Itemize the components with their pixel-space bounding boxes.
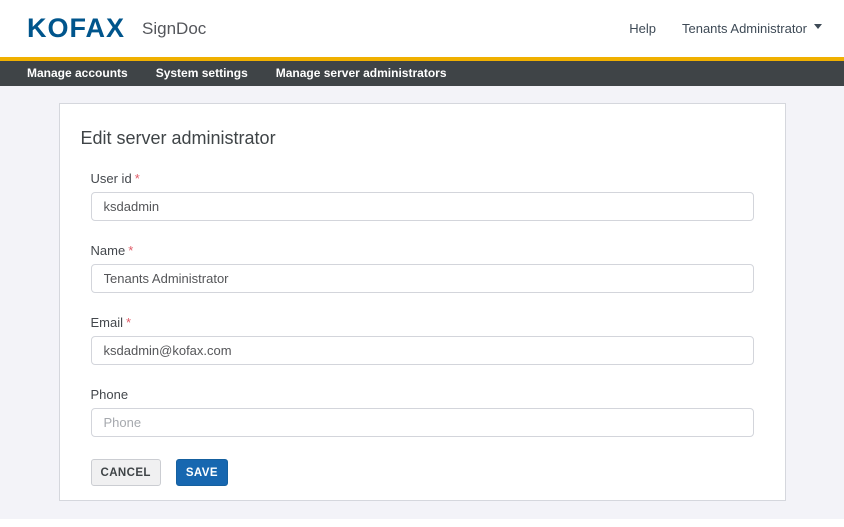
required-asterisk: *: [126, 315, 131, 330]
main-nav: Manage accounts System settings Manage s…: [0, 61, 844, 86]
name-label-text: Name: [91, 243, 126, 258]
help-link[interactable]: Help: [629, 21, 656, 36]
app-header: KOFAX SignDoc Help Tenants Administrator: [0, 0, 844, 57]
header-actions: Help Tenants Administrator: [629, 21, 822, 36]
required-asterisk: *: [135, 171, 140, 186]
field-user-id: User id*: [91, 171, 754, 221]
user-id-label-text: User id: [91, 171, 132, 186]
nav-item-system-settings[interactable]: System settings: [142, 61, 262, 86]
app-window: KOFAX SignDoc Help Tenants Administrator…: [0, 0, 844, 519]
email-input[interactable]: [91, 336, 754, 365]
field-name: Name*: [91, 243, 754, 293]
chevron-down-icon: [814, 24, 822, 29]
name-label: Name*: [91, 243, 754, 258]
field-email: Email*: [91, 315, 754, 365]
edit-admin-card: Edit server administrator User id* Name*: [59, 103, 786, 501]
field-phone: Phone: [91, 387, 754, 437]
user-menu-label: Tenants Administrator: [682, 21, 807, 36]
save-button[interactable]: SAVE: [176, 459, 228, 486]
phone-label-text: Phone: [91, 387, 129, 402]
brand: KOFAX SignDoc: [27, 15, 206, 42]
form-actions: CANCEL SAVE: [91, 459, 754, 486]
user-id-label: User id*: [91, 171, 754, 186]
cancel-button[interactable]: CANCEL: [91, 459, 161, 486]
nav-item-manage-accounts[interactable]: Manage accounts: [13, 61, 142, 86]
page-title: Edit server administrator: [81, 126, 764, 151]
content-area: Edit server administrator User id* Name*: [0, 86, 844, 519]
email-label: Email*: [91, 315, 754, 330]
kofax-logo: KOFAX: [27, 15, 125, 42]
name-input[interactable]: [91, 264, 754, 293]
nav-item-manage-server-administrators[interactable]: Manage server administrators: [262, 61, 461, 86]
edit-admin-form: User id* Name* Email*: [91, 171, 754, 486]
user-id-input[interactable]: [91, 192, 754, 221]
required-asterisk: *: [128, 243, 133, 258]
app-name: SignDoc: [142, 19, 206, 39]
user-menu[interactable]: Tenants Administrator: [682, 21, 822, 36]
phone-input[interactable]: [91, 408, 754, 437]
phone-label: Phone: [91, 387, 754, 402]
email-label-text: Email: [91, 315, 124, 330]
